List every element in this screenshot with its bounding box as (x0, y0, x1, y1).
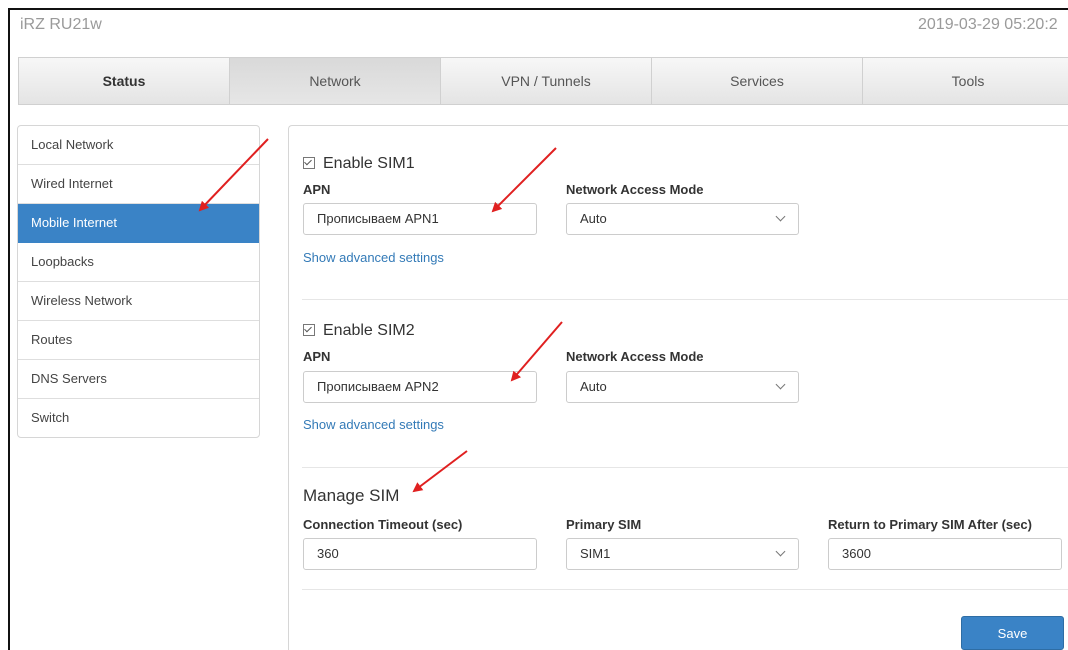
sim1-apn-label: APN (303, 182, 331, 197)
divider (302, 299, 1068, 300)
timeout-label: Connection Timeout (sec) (303, 517, 463, 532)
sim2-enable-row[interactable]: Enable SIM2 (303, 322, 415, 340)
sim1-apn-input[interactable]: Прописываем APN1 (303, 203, 537, 235)
sim1-enable-label: Enable SIM1 (323, 155, 415, 172)
divider (302, 589, 1068, 590)
sidebar-item-mobile-internet[interactable]: Mobile Internet (18, 204, 259, 243)
tab-tools[interactable]: Tools (863, 58, 1068, 104)
sidebar: Local Network Wired Internet Mobile Inte… (17, 125, 260, 438)
return-primary-label: Return to Primary SIM After (sec) (828, 517, 1032, 532)
tab-vpn-tunnels[interactable]: VPN / Tunnels (441, 58, 652, 104)
sim2-advanced-link[interactable]: Show advanced settings (303, 417, 444, 432)
sim2-apn-input[interactable]: Прописываем APN2 (303, 371, 537, 403)
sim1-enable-row[interactable]: Enable SIM1 (303, 155, 415, 173)
sim1-mode-select[interactable]: Auto (566, 203, 799, 235)
sidebar-item-wireless-network[interactable]: Wireless Network (18, 282, 259, 321)
tab-services[interactable]: Services (652, 58, 863, 104)
sim2-enable-label: Enable SIM2 (323, 322, 415, 339)
sidebar-item-switch[interactable]: Switch (18, 399, 259, 437)
sim1-mode-label: Network Access Mode (566, 182, 704, 197)
sim2-mode-value: Auto (580, 379, 607, 394)
datetime: 2019-03-29 05:20:2 (918, 16, 1058, 33)
sim1-mode-value: Auto (580, 211, 607, 226)
sim2-mode-label: Network Access Mode (566, 349, 704, 364)
sim2-mode-select[interactable]: Auto (566, 371, 799, 403)
tab-status[interactable]: Status (19, 58, 230, 104)
sidebar-item-routes[interactable]: Routes (18, 321, 259, 360)
primary-sim-select[interactable]: SIM1 (566, 538, 799, 570)
chevron-down-icon (775, 379, 786, 390)
chevron-down-icon (775, 211, 786, 222)
sidebar-item-loopbacks[interactable]: Loopbacks (18, 243, 259, 282)
main-tabs: Status Network VPN / Tunnels Services To… (18, 57, 1068, 105)
save-button[interactable]: Save (961, 616, 1064, 650)
timeout-input[interactable]: 360 (303, 538, 537, 570)
sim1-advanced-link[interactable]: Show advanced settings (303, 250, 444, 265)
return-primary-input[interactable]: 3600 (828, 538, 1062, 570)
sidebar-item-wired-internet[interactable]: Wired Internet (18, 165, 259, 204)
sim1-enable-checkbox[interactable] (303, 156, 315, 169)
sim2-apn-label: APN (303, 349, 331, 364)
sim2-enable-checkbox[interactable] (303, 323, 315, 336)
app-window: iRZ RU21w 2019-03-29 05:20:2 Status Netw… (8, 8, 1068, 650)
divider (302, 467, 1068, 468)
sidebar-item-dns-servers[interactable]: DNS Servers (18, 360, 259, 399)
device-name: iRZ RU21w (20, 16, 102, 33)
primary-sim-label: Primary SIM (566, 517, 642, 532)
manage-sim-title: Manage SIM (303, 486, 400, 505)
sidebar-item-local-network[interactable]: Local Network (18, 126, 259, 165)
mobile-internet-panel: Enable SIM1 APN Прописываем APN1 Network… (288, 125, 1068, 650)
chevron-down-icon (775, 546, 786, 557)
primary-sim-value: SIM1 (580, 546, 611, 561)
tab-network[interactable]: Network (230, 58, 441, 104)
